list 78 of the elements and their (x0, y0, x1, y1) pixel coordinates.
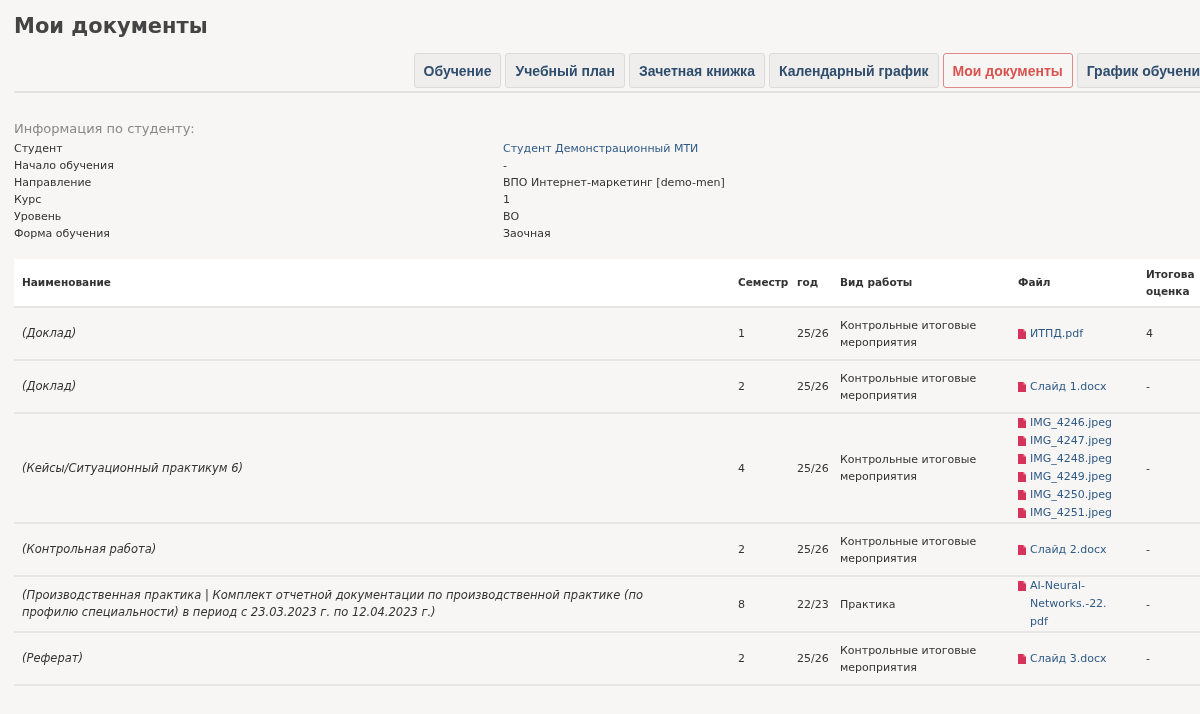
table-cell: 25/26 (797, 380, 829, 393)
column-header: Семестр (738, 276, 789, 288)
tab[interactable]: Учебный план (505, 53, 626, 88)
table-cell: - (1146, 380, 1150, 393)
table-cell-text: Контрольные итоговые мероприятия (840, 533, 978, 567)
table-cell-text: (Кейсы/Ситуационный практикум 6) (22, 459, 244, 477)
table-cell-text: (Производственная практика | Комплект отчетной документации по производственной практике (по профилю специальности) в период с 23.03.2023 г. по 12.04.2023 г.) (22, 587, 644, 621)
field-value: Заочная (503, 226, 551, 242)
file-link[interactable]: IMG_4251.jpeg (1018, 504, 1113, 522)
table-cell: - (1146, 597, 1150, 611)
file-icon (1018, 436, 1026, 446)
table-cell-text: Контрольные итоговые мероприятия (840, 370, 978, 404)
field-value: ВО (503, 209, 520, 225)
page-title: Мои документы (14, 14, 208, 38)
file-link[interactable]: IMG_4246.jpeg (1018, 414, 1113, 432)
table-cell-text: Контрольные итоговые мероприятия (840, 642, 978, 676)
field-label: Уровень (14, 209, 62, 225)
table-cell: 4 (738, 461, 745, 475)
file-link[interactable]: Слайд 3.docx (1018, 649, 1107, 668)
tab[interactable]: Зачетная книжка (629, 53, 765, 88)
table-cell: 22/23 (797, 597, 829, 611)
table-cell: 8 (738, 597, 745, 611)
table-cell: 25/26 (797, 652, 829, 665)
field-label: Форма обучения (14, 226, 110, 242)
table-cell-text: (Доклад) (22, 378, 78, 395)
field-label: Курс (14, 192, 42, 208)
table-cell: - (1146, 543, 1150, 556)
file-icon (1018, 328, 1026, 339)
table-cell: 25/26 (797, 543, 829, 556)
field-label: Начало обучения (14, 158, 114, 174)
table-cell: 2 (738, 380, 745, 393)
column-header: Файл (1018, 276, 1051, 288)
tab[interactable]: Мои документы (942, 53, 1073, 88)
table-cell-text: Практика (840, 596, 897, 613)
file-icon (1018, 490, 1026, 500)
student-link[interactable]: Студент Демонстрационный МТИ (503, 140, 725, 157)
section-heading: Информация по студенту: (14, 121, 195, 136)
table-cell-text: Контрольные итоговые мероприятия (840, 317, 978, 351)
table-cell-text: (Доклад) (22, 325, 78, 342)
file-icon (1018, 418, 1026, 428)
field-value: - (503, 158, 507, 174)
file-icon (1018, 472, 1026, 482)
file-icon (1018, 508, 1026, 518)
file-link[interactable]: IMG_4248.jpeg (1018, 450, 1113, 468)
tab[interactable]: Календарный график (768, 53, 939, 88)
column-header: Итогова оценка (1146, 266, 1196, 299)
file-link[interactable]: AI-Neural-Networks.-22.pdf (1018, 577, 1108, 631)
column-header: Наименование (22, 276, 111, 288)
file-icon (1018, 381, 1026, 392)
file-icon (1018, 544, 1026, 555)
table-cell: - (1146, 461, 1150, 475)
field-label: Студент (14, 141, 63, 157)
file-icon (1018, 454, 1026, 464)
table-cell: 4 (1146, 327, 1153, 340)
column-header: год (797, 276, 819, 288)
table-cell: 2 (738, 652, 745, 665)
field-value: 1 (503, 192, 510, 208)
table-cell: 25/26 (797, 327, 829, 340)
tab[interactable]: График обучени (1076, 53, 1200, 88)
field-value: ВПО Интернет-маркетинг [demo-men] (503, 175, 725, 191)
table-cell: - (1146, 652, 1150, 665)
column-header: Вид работы (840, 276, 913, 288)
file-link[interactable]: IMG_4249.jpeg (1018, 468, 1113, 486)
table-cell-text: Контрольные итоговые мероприятия (840, 452, 978, 485)
field-label: Направление (14, 175, 92, 191)
file-link[interactable]: ИТПД.pdf (1018, 324, 1084, 343)
file-icon (1018, 653, 1026, 664)
table-cell: 25/26 (797, 461, 829, 475)
file-link[interactable]: Слайд 1.docx (1018, 377, 1107, 396)
file-link[interactable]: IMG_4250.jpeg (1018, 486, 1113, 504)
file-link[interactable]: IMG_4247.jpeg (1018, 432, 1113, 450)
table-cell-text: (Контрольная работа) (22, 541, 158, 558)
file-link[interactable]: Слайд 2.docx (1018, 540, 1107, 559)
tab[interactable]: Обучение (413, 53, 502, 88)
file-icon (1018, 581, 1026, 591)
table-cell-text: (Реферат) (22, 650, 84, 667)
table-cell: 2 (738, 543, 745, 556)
table-cell: 1 (738, 327, 745, 340)
